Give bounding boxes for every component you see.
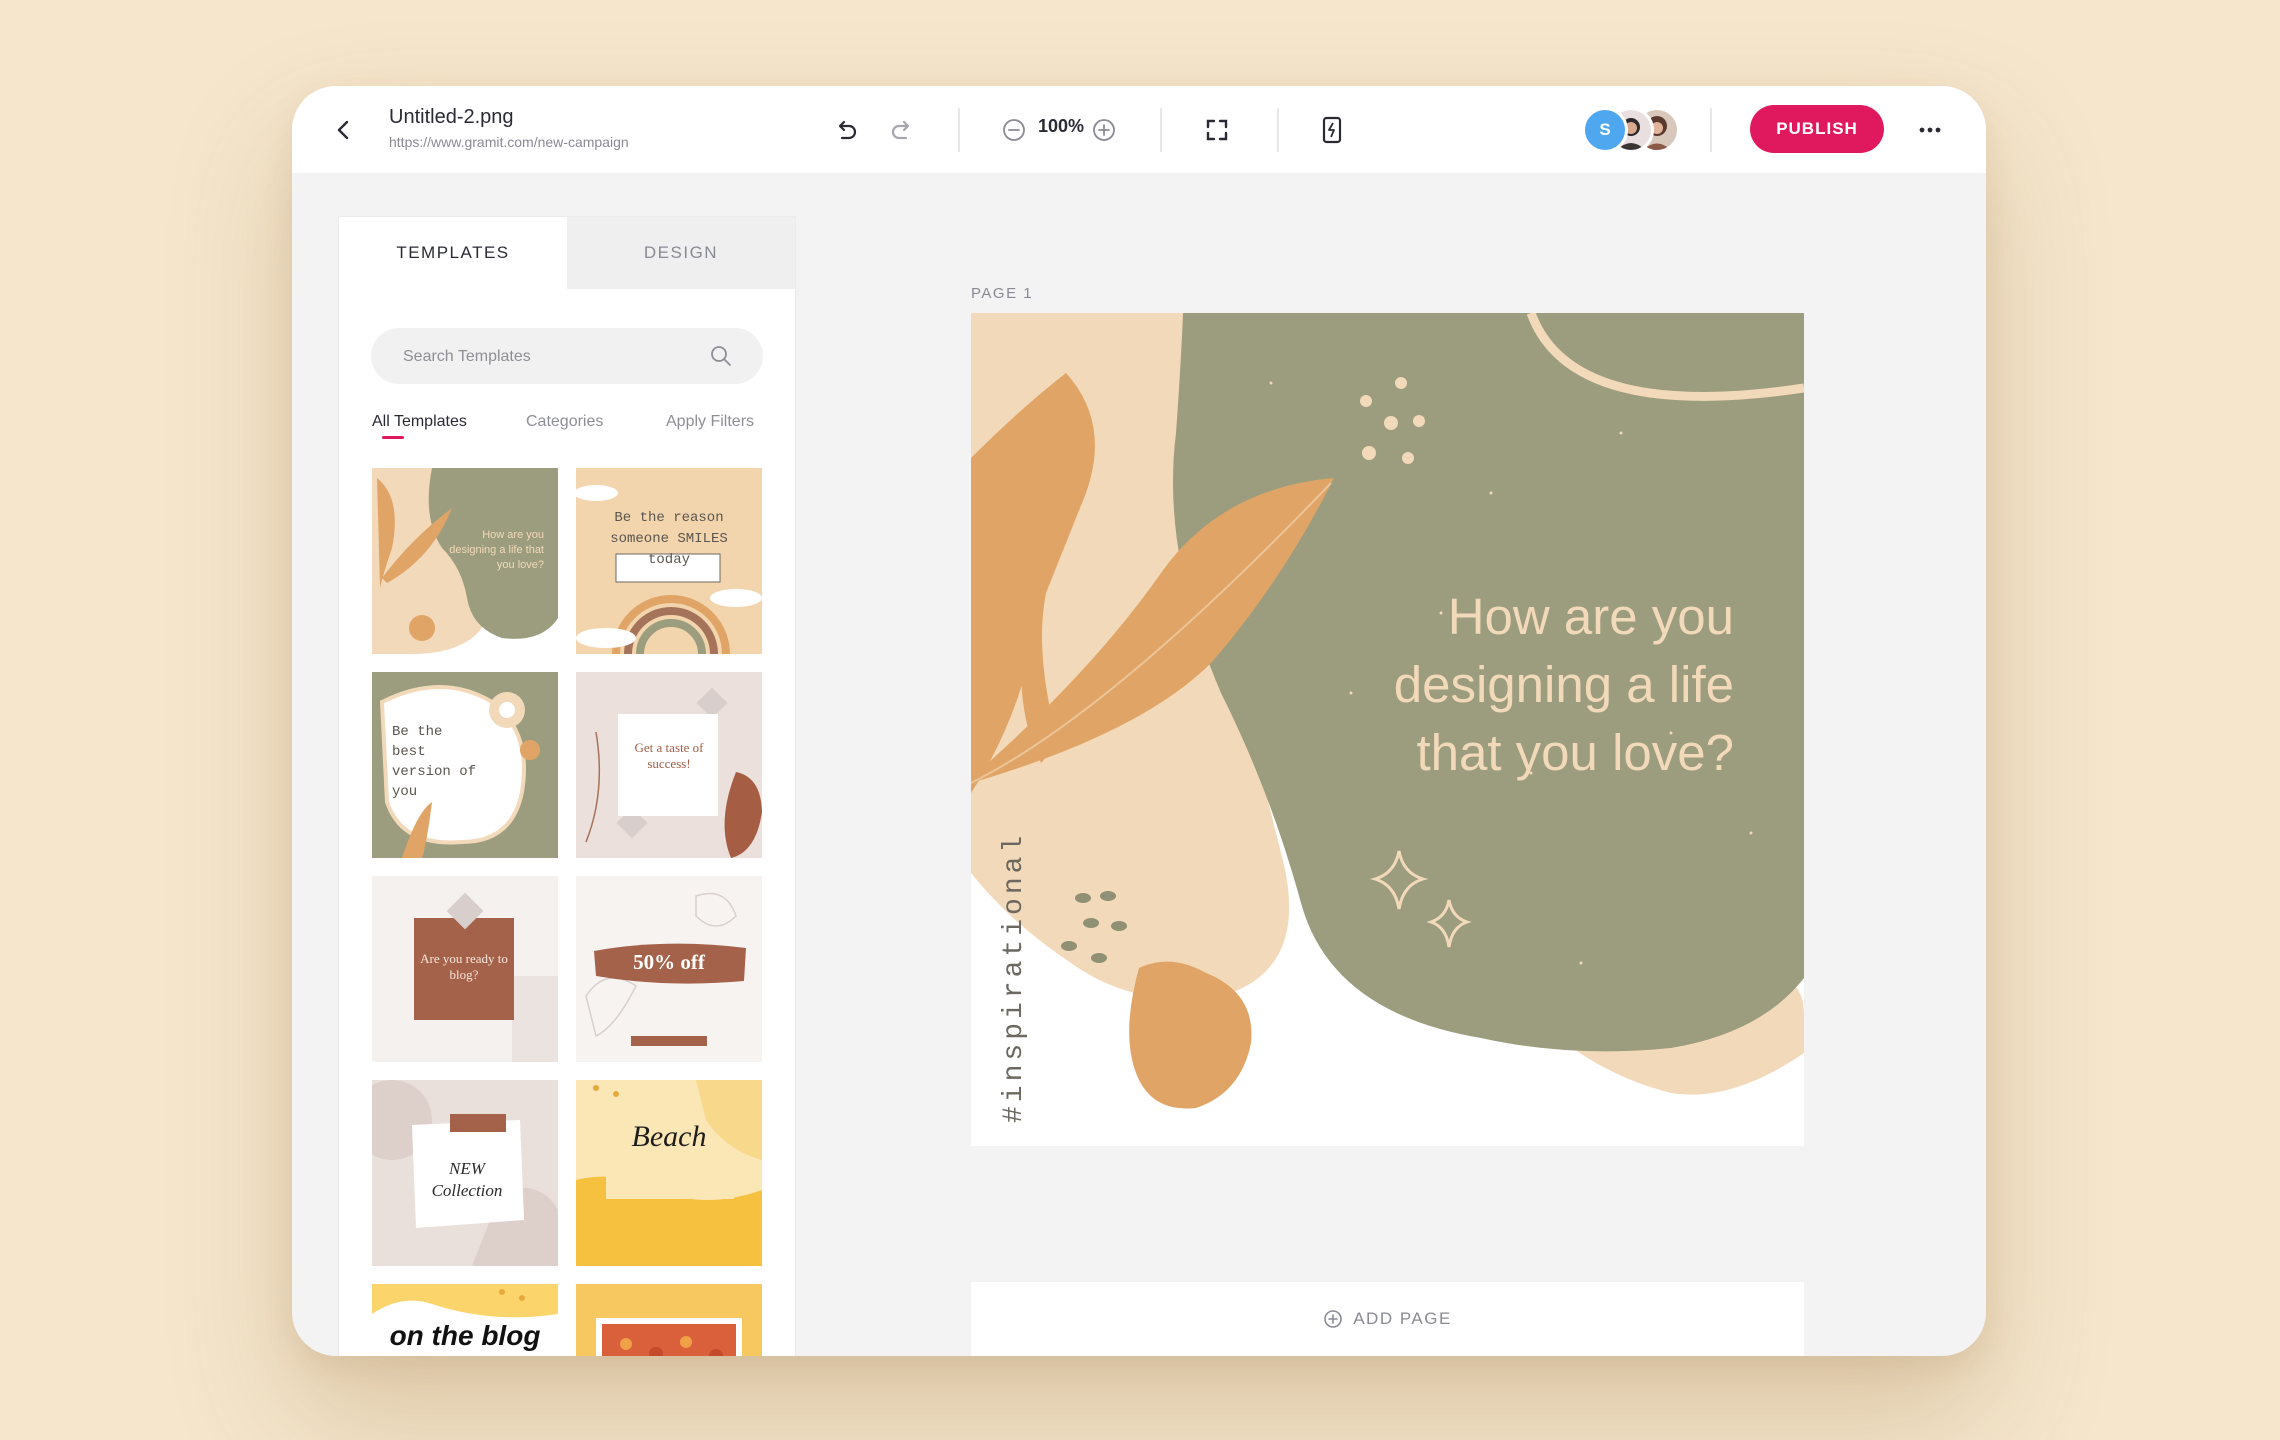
search-icon[interactable]: [709, 344, 733, 368]
template-thumbnail[interactable]: NEW Collection: [372, 1080, 558, 1266]
filter-apply-filters[interactable]: Apply Filters: [666, 413, 754, 431]
template-thumbnail[interactable]: Be the reason someone SMILES today: [576, 468, 762, 654]
redo-button[interactable]: [882, 110, 922, 150]
add-page-label: ADD PAGE: [1353, 1309, 1452, 1328]
mobile-preview-button[interactable]: [1312, 110, 1352, 150]
publish-button[interactable]: PUBLISH: [1750, 105, 1884, 153]
plus-circle-icon: [1324, 1310, 1343, 1328]
divider: [958, 108, 960, 152]
zoom-in-button[interactable]: [1090, 116, 1118, 144]
template-text: 50% off: [633, 950, 705, 974]
tab-design[interactable]: DESIGN: [567, 217, 795, 289]
template-text: Be the best version of you: [392, 724, 477, 800]
zoom-level: 100%: [1038, 116, 1085, 136]
file-url: https://www.gramit.com/new-campaign: [389, 134, 629, 150]
filter-all-templates[interactable]: All Templates: [372, 413, 467, 431]
editor-window: Untitled-2.png https://www.gramit.com/ne…: [292, 86, 1986, 1356]
plus-circle-icon: [1093, 119, 1115, 141]
back-button[interactable]: [322, 108, 366, 152]
filter-categories[interactable]: Categories: [526, 413, 603, 431]
headline-line: How are you: [1447, 588, 1734, 645]
avatar[interactable]: S: [1582, 107, 1628, 153]
template-preview-graphic: [576, 1080, 762, 1266]
search-input[interactable]: [401, 328, 705, 386]
template-thumbnail[interactable]: How are you designing a life that you lo…: [372, 468, 558, 654]
templates-panel: TEMPLATES DESIGN All Templates Categorie…: [338, 216, 796, 1356]
redo-icon: [891, 120, 910, 140]
template-thumbnail[interactable]: Are you ready to blog?: [372, 876, 558, 1062]
fullscreen-icon: [1206, 119, 1228, 141]
page-label: PAGE 1: [971, 285, 1034, 302]
minus-circle-icon: [1003, 119, 1025, 141]
file-name[interactable]: Untitled-2.png: [389, 106, 514, 129]
design-canvas[interactable]: How are you designing a life that you lo…: [971, 313, 1804, 1146]
template-text: on the blog: [389, 1320, 541, 1351]
divider: [1710, 108, 1712, 152]
template-text: Beach: [631, 1120, 707, 1153]
template-thumbnail[interactable]: Get a taste of success!: [576, 672, 762, 858]
template-thumbnail[interactable]: Be the best version of you: [372, 672, 558, 858]
canvas-headline[interactable]: How are you designing a life that you lo…: [1394, 583, 1734, 787]
headline-line: that you love?: [1416, 724, 1734, 781]
template-thumbnail[interactable]: 50% off: [576, 876, 762, 1062]
undo-icon: [838, 120, 857, 140]
active-filter-indicator: [382, 436, 404, 439]
undo-button[interactable]: [826, 110, 866, 150]
top-bar: Untitled-2.png https://www.gramit.com/ne…: [292, 86, 1986, 173]
chevron-left-icon: [337, 120, 349, 140]
zoom-out-button[interactable]: [1000, 116, 1028, 144]
template-preview-graphic: [576, 1284, 762, 1356]
search-box: [371, 328, 763, 386]
template-thumbnail[interactable]: Beach: [576, 1080, 762, 1266]
tab-templates[interactable]: TEMPLATES: [339, 217, 567, 289]
template-text: Get a taste of success!: [634, 740, 704, 771]
fullscreen-button[interactable]: [1197, 110, 1237, 150]
divider: [1160, 108, 1162, 152]
template-text: NEW Collection: [431, 1159, 503, 1200]
template-thumbnail[interactable]: on the blog: [372, 1284, 558, 1356]
template-text: Be the reason someone SMILES today: [610, 510, 728, 568]
more-options-button[interactable]: [1910, 110, 1950, 150]
more-horizontal-icon: [1919, 127, 1941, 133]
template-text: How are you designing a life that you lo…: [449, 529, 544, 571]
mobile-preview-icon: [1322, 116, 1342, 144]
divider: [1277, 108, 1279, 152]
add-page-button[interactable]: ADD PAGE: [971, 1282, 1804, 1356]
template-thumbnail[interactable]: [576, 1284, 762, 1356]
canvas-hashtag[interactable]: #inspirational: [999, 832, 1030, 1123]
template-text: Are you ready to blog?: [420, 951, 508, 982]
headline-line: designing a life: [1393, 656, 1734, 713]
